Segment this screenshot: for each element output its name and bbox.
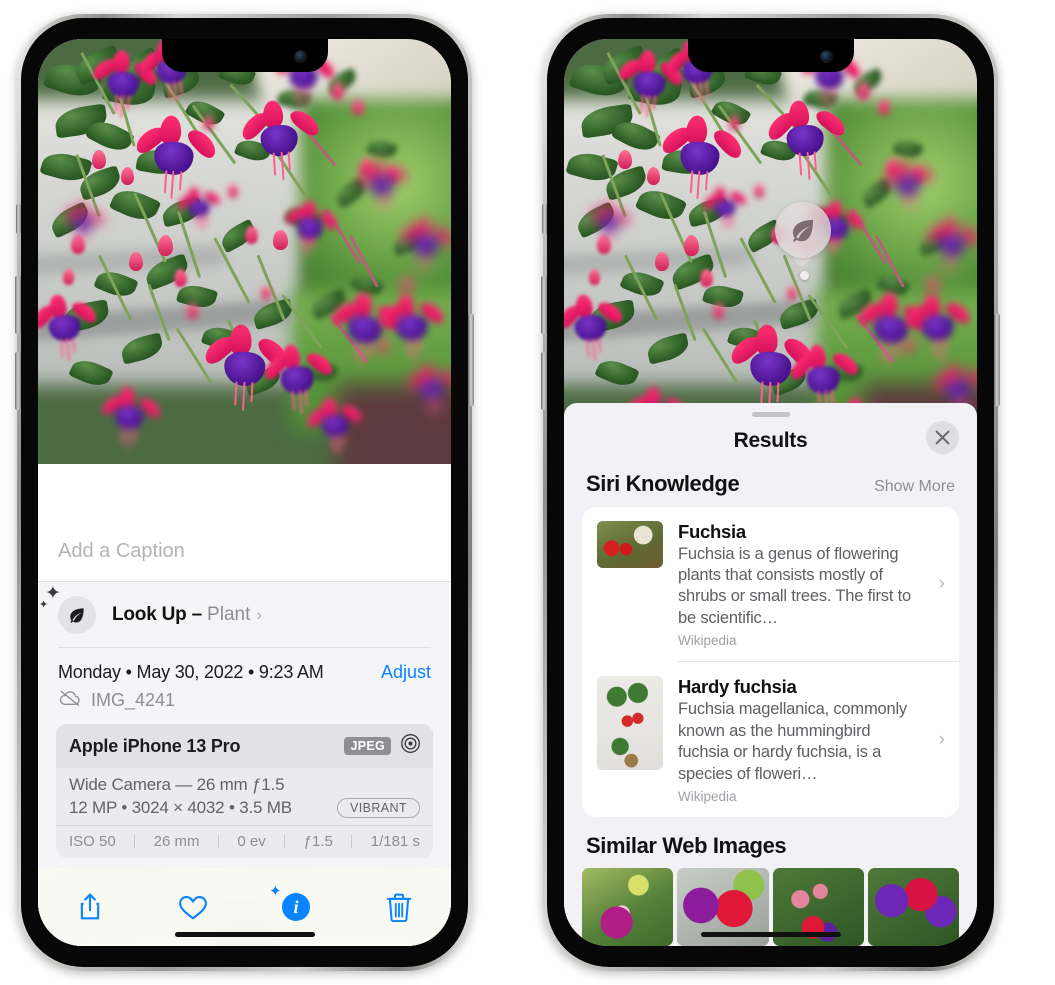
file-name: IMG_4241: [91, 690, 176, 710]
similar-web-images-header: Similar Web Images: [564, 817, 977, 859]
exif-aperture: ƒ1.5: [303, 833, 333, 850]
sparkle-icon-small: ✦: [39, 599, 49, 611]
info-sparkle-icon: i: [282, 893, 310, 921]
volume-down-button[interactable]: [15, 352, 21, 410]
caption-placeholder: Add a Caption: [58, 539, 185, 562]
camera-card-body: Wide Camera — 26 mm ƒ1.5 12 MP • 3024 × …: [56, 768, 433, 825]
leaf-badge-anchor-dot: [800, 271, 809, 280]
phone-right: Results Siri Knowledge Show More Fuchsia…: [541, 14, 1000, 971]
mute-switch[interactable]: [16, 204, 21, 234]
siri-knowledge-card: Fuchsia Fuchsia is a genus of flowering …: [582, 506, 959, 817]
leaf-icon[interactable]: [775, 202, 831, 258]
photographic-style-badge: VIBRANT: [337, 798, 420, 818]
lens-line: Wide Camera — 26 mm ƒ1.5: [69, 775, 285, 794]
chevron-right-icon: ›: [938, 729, 945, 751]
knowledge-description: Fuchsia is a genus of flowering plants t…: [678, 544, 911, 627]
leaf-icon: ✦ ✦: [39, 583, 96, 634]
chevron-right-icon: ›: [256, 605, 263, 624]
knowledge-item[interactable]: Hardy fuchsia Fuchsia magellanica, commo…: [582, 662, 959, 817]
camera-card-header: Apple iPhone 13 Pro JPEG: [56, 724, 433, 768]
look-up-label: Look Up –: [112, 604, 203, 625]
exif-shutter: 1/181 s: [370, 833, 420, 850]
knowledge-source: Wikipedia: [678, 633, 737, 649]
siri-knowledge-header: Siri Knowledge Show More: [564, 465, 977, 507]
camera-model: Apple iPhone 13 Pro: [69, 735, 241, 756]
volume-up-button[interactable]: [541, 276, 547, 334]
section-title: Similar Web Images: [586, 833, 787, 858]
cloud-slash-icon: [58, 689, 82, 712]
look-up-row[interactable]: ✦ ✦ Look Up – Plant ›: [38, 582, 451, 647]
notch: [687, 39, 854, 72]
caption-field[interactable]: Add a Caption: [38, 521, 451, 581]
home-indicator[interactable]: [700, 932, 841, 937]
favorite-button[interactable]: [169, 885, 217, 929]
info-button[interactable]: ✦ i: [269, 883, 320, 929]
photo-viewer[interactable]: [564, 39, 977, 464]
power-button[interactable]: [994, 314, 1000, 406]
photo-viewer[interactable]: [38, 39, 451, 464]
spec-line: 12 MP • 3024 × 4032 • 3.5 MB: [69, 798, 292, 817]
screen-left: Add a Caption ✦ ✦ Look Up – Plant › Mond…: [38, 39, 451, 946]
show-more-button[interactable]: Show More: [874, 478, 955, 496]
knowledge-description: Fuchsia magellanica, commonly known as t…: [678, 700, 907, 783]
volume-up-button[interactable]: [15, 276, 21, 334]
power-button[interactable]: [468, 314, 474, 406]
fuchsia-thumbnail: [597, 520, 663, 568]
share-button[interactable]: [66, 885, 114, 929]
metadata-row: Monday • May 30, 2022 • 9:23 AM Adjust: [38, 648, 451, 685]
home-indicator[interactable]: [174, 932, 315, 937]
results-sheet: Results Siri Knowledge Show More Fuchsia…: [564, 402, 977, 946]
chevron-right-icon: ›: [938, 573, 945, 595]
web-image-4[interactable]: [867, 868, 959, 946]
notch: [161, 39, 328, 72]
phone-left: Add a Caption ✦ ✦ Look Up – Plant › Mond…: [15, 14, 474, 971]
mute-switch[interactable]: [542, 204, 547, 234]
front-camera-icon: [294, 51, 306, 62]
camera-info-card[interactable]: Apple iPhone 13 Pro JPEG Wide Camera — 2…: [56, 724, 433, 858]
results-header: Results: [564, 417, 977, 465]
knowledge-source: Wikipedia: [678, 789, 737, 804]
exif-focal: 26 mm: [153, 833, 200, 850]
knowledge-title: Fuchsia: [678, 520, 746, 542]
exif-row: ISO 50 26 mm 0 ev ƒ1.5 1/181 s: [56, 825, 433, 858]
front-camera-icon: [820, 51, 832, 62]
delete-button[interactable]: [375, 885, 423, 929]
sparkle-icon: ✦: [269, 883, 282, 900]
file-row: IMG_4241: [38, 685, 451, 724]
knowledge-title: Hardy fuchsia: [678, 676, 797, 698]
screen-right: Results Siri Knowledge Show More Fuchsia…: [564, 39, 977, 946]
section-title: Siri Knowledge: [586, 470, 740, 496]
web-image-1[interactable]: [582, 868, 674, 946]
photo-info-sheet: Add a Caption ✦ ✦ Look Up – Plant › Mond…: [38, 521, 451, 946]
adjust-button[interactable]: Adjust: [381, 662, 431, 683]
results-title: Results: [733, 428, 808, 452]
look-up-kind: Plant: [207, 604, 251, 625]
hardy-fuchsia-thumbnail: [597, 676, 663, 771]
photo-date: Monday • May 30, 2022 • 9:23 AM: [58, 662, 324, 682]
format-badge: JPEG: [344, 737, 391, 755]
aperture-icon: [400, 733, 421, 759]
exif-ev: 0 ev: [237, 833, 266, 850]
exif-iso: ISO 50: [69, 833, 116, 850]
volume-down-button[interactable]: [541, 352, 547, 410]
knowledge-item[interactable]: Fuchsia Fuchsia is a genus of flowering …: [582, 507, 959, 662]
close-icon[interactable]: [926, 420, 959, 454]
